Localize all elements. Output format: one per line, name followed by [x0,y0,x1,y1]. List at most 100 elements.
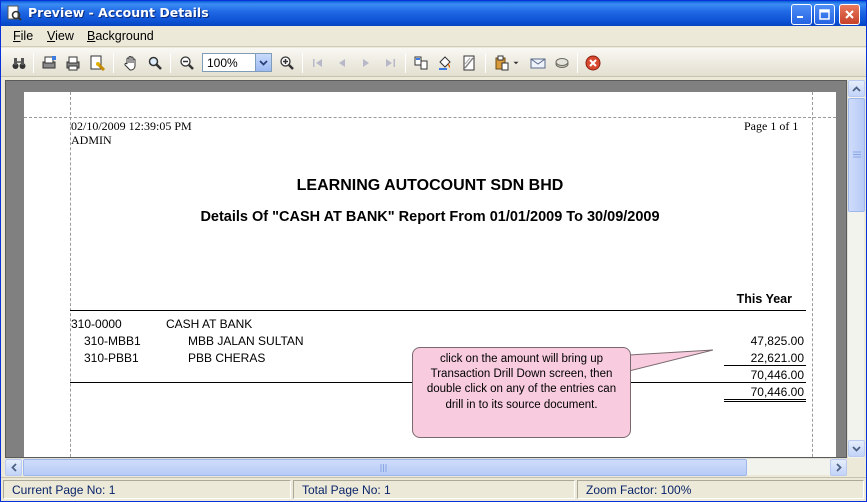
vertical-scroll-thumb[interactable] [848,98,865,212]
scroll-down-button[interactable] [848,440,865,457]
scroll-up-button[interactable] [848,80,865,97]
chevron-down-icon [513,61,519,65]
report-subtitle: Details Of "CASH AT BANK" Report From 01… [200,209,660,225]
window-title: Preview - Account Details [28,5,209,20]
next-page-icon [363,59,369,67]
find-button[interactable] [9,53,29,73]
grip-icon [380,464,387,472]
zoom-value: 100% [207,56,238,70]
previous-page-button[interactable] [332,53,352,73]
account-code[interactable]: 310-MBB1 [84,334,141,348]
menu-view[interactable]: View [47,29,74,43]
subtotal-amount[interactable]: 70,446.00 [714,368,804,382]
hand-icon [124,56,136,71]
hand-tool-button[interactable] [121,53,141,73]
last-page-button[interactable] [380,53,400,73]
title-bar: Preview - Account Details [1,1,866,26]
scrollbar-corner [847,458,864,475]
horizontal-scrollbar[interactable] [5,458,847,476]
toolbar-separator [577,53,578,73]
zoom-in-icon [280,56,294,70]
grand-total-double-rule [724,401,806,402]
previous-page-icon [339,59,345,67]
chevron-left-icon [10,463,17,472]
zoom-out-icon [180,56,194,70]
email-button[interactable] [528,53,548,73]
export-icon [495,55,509,71]
printed-by-user: ADMIN [71,133,112,147]
print-button[interactable] [63,53,83,73]
print-setup-button[interactable] [39,53,59,73]
top-margin-guide [24,117,836,118]
grand-total-top-rule [724,382,806,383]
toolbar-separator [170,53,171,73]
zoom-out-button[interactable] [177,53,197,73]
header-rule [70,310,806,311]
chevron-down-icon [259,59,268,66]
grip-icon [853,151,861,158]
chevron-right-icon [835,463,842,472]
maximize-icon [819,9,830,20]
close-icon [845,10,854,19]
chevron-up-icon [852,85,861,92]
account-code[interactable]: 310-PBB1 [84,351,139,365]
account-name[interactable]: PBB CHERAS [188,351,265,365]
horizontal-scroll-thumb[interactable] [23,459,747,476]
paint-bucket-icon [439,56,451,70]
column-header-this-year: This Year [736,292,792,306]
document-stack-icon [555,58,569,68]
maximize-button[interactable] [814,4,835,25]
callout-pointer [628,349,714,372]
binoculars-icon [12,58,26,69]
watermark-icon [463,55,475,71]
multiple-pages-icon [414,56,428,70]
multiple-pages-button[interactable] [411,53,431,73]
preview-app-icon [7,5,22,21]
total-page-status: Total Page No: 1 [293,480,575,499]
export-dropdown-button[interactable] [511,53,521,73]
minimize-button[interactable] [791,4,812,25]
zoom-select[interactable]: 100% [202,53,272,72]
close-preview-button[interactable] [583,53,603,73]
toolbar-separator [302,53,303,73]
status-bar: Current Page No: 1 Total Page No: 1 Zoom… [1,477,866,501]
menu-file[interactable]: File [13,29,33,43]
menu-background[interactable]: Background [87,29,154,43]
account-name[interactable]: MBB JALAN SULTAN [188,334,304,348]
export-button[interactable] [492,53,512,73]
account-amount[interactable]: 22,621.00 [714,351,804,365]
last-page-icon [386,59,395,67]
close-button[interactable] [839,4,860,25]
next-page-button[interactable] [356,53,376,73]
account-amount[interactable]: 47,825.00 [714,334,804,348]
page-setup-icon [90,55,105,71]
grand-total-amount[interactable]: 70,446.00 [714,385,804,399]
watermark-button[interactable] [459,53,479,73]
toolbar-separator [485,53,486,73]
scroll-right-button[interactable] [830,459,847,476]
page-indicator: Page 1 of 1 [744,119,799,133]
zoom-dropdown-arrow[interactable] [255,54,271,71]
magnifier-button[interactable] [145,53,165,73]
toolbar: 100% [1,48,866,77]
zoom-in-button[interactable] [277,53,297,73]
printer-setup-icon [42,56,56,69]
page-setup-button[interactable] [87,53,107,73]
printer-icon [66,56,80,71]
zoom-factor-status: Zoom Factor: 100% [577,480,864,499]
background-color-button[interactable] [435,53,455,73]
current-page-status: Current Page No: 1 [3,480,291,499]
printed-datetime: 02/10/2009 12:39:05 PM [71,119,192,133]
first-page-button[interactable] [308,53,328,73]
group-name: CASH AT BANK [166,317,253,331]
toolbar-separator [113,53,114,73]
first-page-icon [313,59,322,67]
toolbar-separator [33,53,34,73]
toolbar-separator [405,53,406,73]
subtotal-rule [724,365,806,366]
group-code: 310-0000 [71,317,122,331]
scroll-left-button[interactable] [5,459,22,476]
right-margin-guide [812,92,813,457]
save-document-button[interactable] [552,53,572,73]
vertical-scrollbar[interactable] [847,80,865,458]
